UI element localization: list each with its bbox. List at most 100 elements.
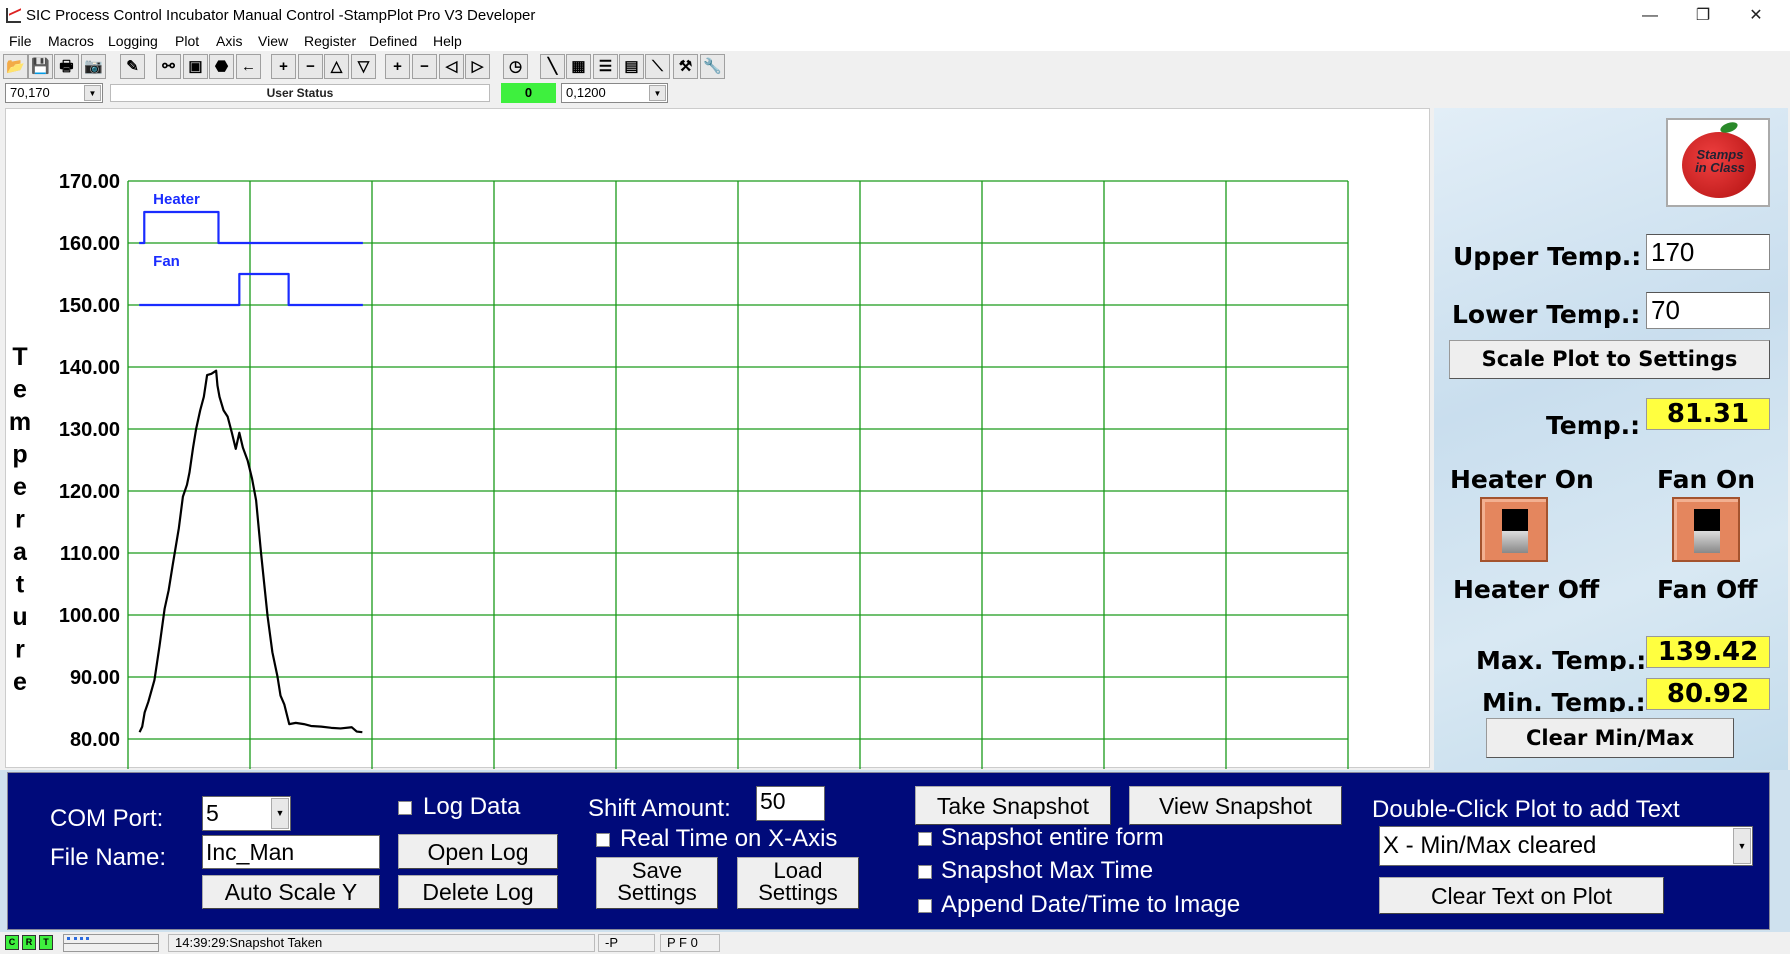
notes-icon: ☰ xyxy=(598,58,613,75)
connect-button[interactable]: ⚯ xyxy=(156,54,181,79)
y-tick-label: 110.00 xyxy=(60,543,120,565)
com-port-value: 5 xyxy=(206,800,219,826)
clear-min-max-button[interactable]: Clear Min/Max xyxy=(1486,718,1734,758)
temperature-chart[interactable]: 70.0080.0090.00100.00110.00120.00130.001… xyxy=(6,109,1431,863)
y-range-combo[interactable]: 70,170 ▼ xyxy=(5,83,103,103)
minimize-button[interactable]: — xyxy=(1630,4,1670,28)
y-axis-label-letter: m xyxy=(9,408,31,436)
menu-view[interactable]: View xyxy=(258,33,288,49)
shift-amount-input[interactable]: 50 xyxy=(756,786,825,821)
open-log-button[interactable]: Open Log xyxy=(398,834,558,869)
chevron-down-icon[interactable]: ▼ xyxy=(84,85,101,101)
y-axis-label-letter: r xyxy=(15,636,25,664)
shift-amount-label: Shift Amount: xyxy=(588,795,731,822)
y-tick-label: 130.00 xyxy=(59,419,120,441)
stamps-in-class-logo: Stamps in Class xyxy=(1666,118,1770,207)
y-tick-label: 100.00 xyxy=(59,605,120,627)
x-range-value: 0,1200 xyxy=(566,85,606,100)
pen-button[interactable]: ╲ xyxy=(540,54,565,79)
series-label-fan: Fan xyxy=(153,253,180,270)
status-bar: C R T 14:39:29:Snapshot Taken -P P F 0 xyxy=(0,932,1790,954)
y-shift-down-button[interactable]: ▽ xyxy=(351,54,376,79)
x-zoom-in-button[interactable]: + xyxy=(385,54,410,79)
fan-on-label: Fan On xyxy=(1657,465,1756,491)
x-shift-left-button[interactable]: ◁ xyxy=(439,54,464,79)
y-zoom-out-button[interactable]: − xyxy=(298,54,323,79)
menu-file[interactable]: File xyxy=(9,33,32,49)
y-tick-label: 90.00 xyxy=(70,667,120,689)
clear-text-button[interactable]: Clear Text on Plot xyxy=(1379,877,1664,914)
probe-button[interactable]: ⟍ xyxy=(645,54,670,79)
save-settings-button[interactable]: Save Settings xyxy=(596,857,718,909)
snapshot-entire-form-checkbox[interactable] xyxy=(918,832,932,846)
upper-temp-input[interactable]: 170 xyxy=(1646,234,1770,270)
notes-button[interactable]: ☰ xyxy=(593,54,618,79)
plot-screen-icon: ▣ xyxy=(188,58,203,75)
maximize-button[interactable]: ❐ xyxy=(1683,4,1723,28)
wand-button[interactable]: ✎ xyxy=(120,54,145,79)
clock-button[interactable]: ◷ xyxy=(503,54,528,79)
chevron-down-icon[interactable]: ▼ xyxy=(649,85,666,101)
camera-button[interactable]: 📷 xyxy=(81,54,106,79)
take-snapshot-button[interactable]: Take Snapshot xyxy=(915,786,1111,825)
y-axis-label-letter: T xyxy=(12,343,27,371)
append-date-checkbox[interactable] xyxy=(918,899,932,913)
wrench-button[interactable]: 🔧 xyxy=(700,54,725,79)
tools-button[interactable]: ⚒ xyxy=(673,54,698,79)
y-zoom-out-icon: − xyxy=(306,58,315,75)
file-name-input[interactable]: Inc_Man xyxy=(202,835,380,869)
view-snapshot-button[interactable]: View Snapshot xyxy=(1129,786,1342,825)
y-shift-down-icon: ▽ xyxy=(357,58,370,75)
menu-macros[interactable]: Macros xyxy=(48,33,94,49)
open-folder-button[interactable]: 📂 xyxy=(3,54,28,79)
stop-button[interactable]: ⬣ xyxy=(209,54,234,79)
real-time-checkbox[interactable] xyxy=(596,833,610,847)
heater-switch[interactable] xyxy=(1480,497,1548,562)
digital-display-button[interactable]: ▦ xyxy=(566,54,591,79)
x-zoom-out-button[interactable]: − xyxy=(412,54,437,79)
app-icon xyxy=(6,8,21,23)
y-shift-up-button[interactable]: △ xyxy=(324,54,349,79)
max-temp-label: Max. Temp.: xyxy=(1476,646,1647,671)
menu-defined[interactable]: Defined xyxy=(369,33,417,49)
y-tick-label: 170.00 xyxy=(59,171,120,193)
auto-scale-y-button[interactable]: Auto Scale Y xyxy=(202,875,380,909)
print-button[interactable]: 🖶 xyxy=(54,54,79,79)
y-tick-label: 80.00 xyxy=(70,729,120,751)
log-data-checkbox[interactable] xyxy=(398,801,412,815)
menu-plot[interactable]: Plot xyxy=(175,33,199,49)
scale-plot-button[interactable]: Scale Plot to Settings xyxy=(1449,340,1770,379)
menu-logging[interactable]: Logging xyxy=(108,33,158,49)
memory-button[interactable]: ▤ xyxy=(619,54,644,79)
lower-temp-input[interactable]: 70 xyxy=(1646,292,1770,329)
plot-screen-button[interactable]: ▣ xyxy=(183,54,208,79)
double-click-hint: Double-Click Plot to add Text xyxy=(1372,796,1680,823)
p-status: -P xyxy=(598,934,655,952)
chevron-down-icon[interactable]: ▼ xyxy=(1733,828,1751,864)
y-axis-label-letter: a xyxy=(13,538,28,566)
save-button[interactable]: 💾 xyxy=(28,54,53,79)
snapshot-max-time-checkbox[interactable] xyxy=(918,865,932,879)
probe-icon: ⟍ xyxy=(652,58,663,75)
x-range-combo[interactable]: 0,1200 ▼ xyxy=(561,83,668,103)
plot-text-select[interactable]: X - Min/Max cleared ▼ xyxy=(1379,826,1753,866)
menu-register[interactable]: Register xyxy=(304,33,356,49)
close-button[interactable]: ✕ xyxy=(1736,4,1776,28)
y-zoom-in-icon: + xyxy=(279,58,288,75)
plot-area[interactable]: 70.0080.0090.00100.00110.00120.00130.001… xyxy=(5,108,1431,863)
control-panel: Stamps in Class Upper Temp.: 170 Lower Te… xyxy=(1434,108,1788,770)
y-zoom-in-button[interactable]: + xyxy=(271,54,296,79)
stop-icon: ⬣ xyxy=(214,58,229,75)
com-port-select[interactable]: 5 ▼ xyxy=(202,796,291,831)
menu-help[interactable]: Help xyxy=(433,33,462,49)
arrow-left-button[interactable]: ← xyxy=(236,54,261,79)
status-message: 14:39:29:Snapshot Taken xyxy=(168,934,595,952)
x-shift-right-button[interactable]: ▷ xyxy=(465,54,490,79)
menu-axis[interactable]: Axis xyxy=(216,33,242,49)
load-settings-button[interactable]: Load Settings xyxy=(737,857,859,909)
print-icon: 🖶 xyxy=(59,58,74,75)
fan-switch[interactable] xyxy=(1672,497,1740,562)
chevron-down-icon[interactable]: ▼ xyxy=(271,798,289,829)
heater-off-label: Heater Off xyxy=(1453,575,1600,604)
delete-log-button[interactable]: Delete Log xyxy=(398,875,558,909)
